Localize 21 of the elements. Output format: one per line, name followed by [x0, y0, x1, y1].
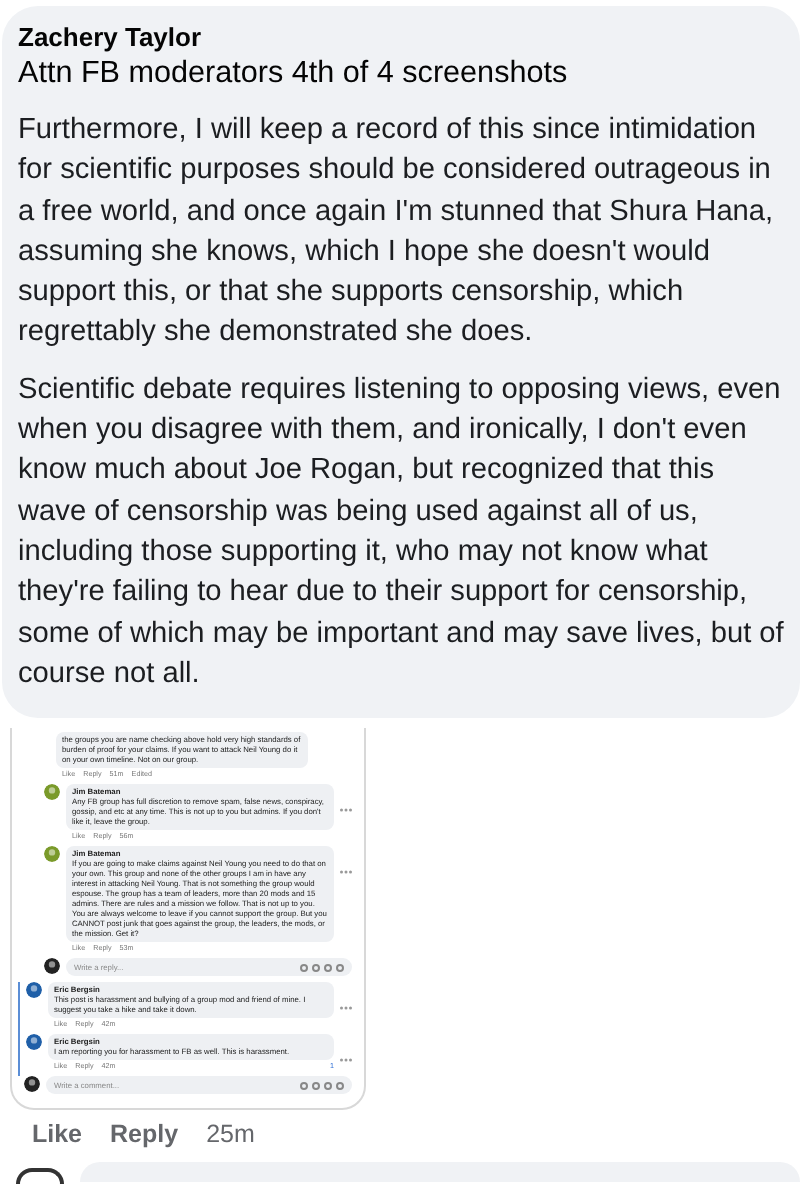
author-name[interactable]: Zachery Taylor — [18, 20, 784, 54]
more-icon[interactable] — [340, 1006, 352, 1011]
screenshot[interactable] — [10, 728, 366, 1111]
more-icon[interactable] — [340, 870, 352, 875]
more-icon[interactable] — [340, 1058, 352, 1063]
emoji-icons[interactable] — [300, 1081, 344, 1090]
emoji-icons[interactable] — [300, 963, 344, 972]
avatar-icon — [44, 846, 60, 863]
avatar-icon — [44, 958, 60, 975]
avatar-icon — [24, 1076, 40, 1093]
reply-link[interactable]: Reply — [110, 1118, 179, 1151]
avatar-icon — [44, 784, 60, 801]
more-icon[interactable] — [340, 808, 352, 813]
avatar-icon — [16, 1168, 64, 1185]
comment-text: Furthermore, I will keep a record of this since intimidation for scientific purposes should be considered outrageous in a free world, and once again I'm stunned that Shura Hana, assuming she knows, which I hope she doesn't would support this, or that she supports censorship, which regrettably she demonstrated she does. — [18, 112, 776, 353]
avatar-icon — [26, 1034, 42, 1051]
like-link[interactable]: Like — [32, 1118, 83, 1151]
comment-text: Attn FB moderators 4th of 4 screenshots — [18, 54, 570, 94]
comment-text: Scientific debate requires listening to opposing views, even when you disagree with them, and ironically, I don't even know much about Joe Rogan, but recognized that this wave of censorship was being used against all of us, including those supporting it, who may not know what they're failing to hear due to their support for censorship, some of which may be important and may save lives, but of course not all. — [18, 371, 784, 694]
timestamp: 25m — [206, 1118, 255, 1151]
avatar-icon — [26, 982, 42, 999]
